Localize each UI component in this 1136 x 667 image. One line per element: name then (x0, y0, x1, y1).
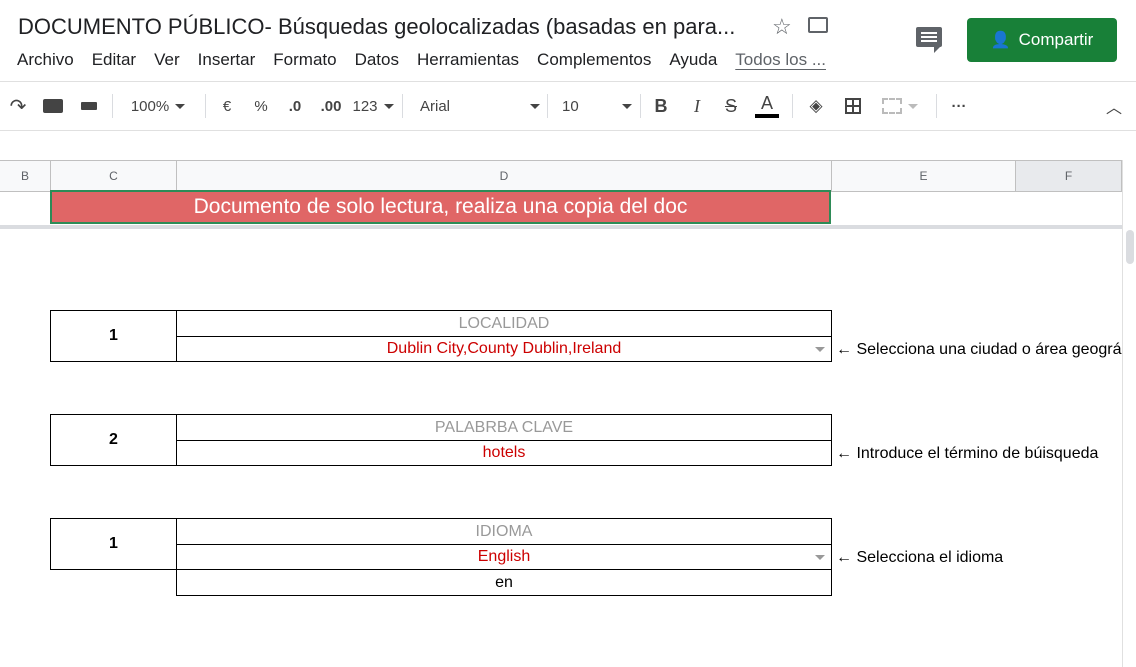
step-number[interactable]: 2 (50, 414, 177, 466)
more-options-icon[interactable]: ··· (946, 82, 972, 130)
paint-format-icon[interactable] (76, 82, 102, 130)
font-size-label: 10 (562, 97, 579, 115)
step-number[interactable]: 1 (50, 310, 177, 362)
dropdown-arrow-icon (815, 555, 825, 560)
share-label: Compartir (1018, 30, 1094, 49)
field-label[interactable]: LOCALIDAD (176, 310, 832, 337)
language-code-cell[interactable]: en (176, 569, 832, 596)
column-header-f[interactable]: F (1016, 161, 1122, 191)
collapse-toolbar-icon[interactable]: ︿ (1102, 82, 1126, 130)
decrease-decimals-button[interactable]: .0 (284, 82, 306, 130)
zoom-value: 100% (130, 97, 170, 115)
instruction-note: ← Selecciona una ciudad o área geográ (836, 341, 1122, 358)
step-number[interactable]: 1 (50, 518, 177, 570)
zoom-select[interactable]: 100% (122, 82, 194, 130)
borders-icon[interactable] (840, 82, 866, 130)
column-header-c[interactable]: C (51, 161, 177, 191)
column-header-b[interactable]: B (0, 161, 51, 191)
column-header-row: B C D E F (0, 160, 1122, 192)
menu-archivo[interactable]: Archivo (17, 50, 74, 70)
number-format-select[interactable]: 123 (352, 82, 394, 130)
menu-datos[interactable]: Datos (355, 50, 399, 70)
language-value: English (477, 548, 531, 565)
move-folder-icon[interactable] (808, 17, 828, 33)
location-value: Dublin City,County Dublin,Ireland (386, 340, 622, 357)
field-label[interactable]: PALABRBA CLAVE (176, 414, 832, 441)
text-color-glyph: A (760, 93, 773, 113)
share-button[interactable]: 👤 Compartir (967, 18, 1117, 62)
document-title[interactable]: DOCUMENTO PÚBLICO- Búsquedas geolocaliza… (18, 14, 735, 40)
bold-button[interactable]: B (650, 82, 672, 130)
print-icon[interactable] (40, 82, 66, 130)
menu-herramientas[interactable]: Herramientas (417, 50, 519, 70)
dropdown-arrow-icon (815, 347, 825, 352)
percent-button[interactable]: % (250, 82, 272, 130)
column-header-d[interactable]: D (177, 161, 832, 191)
field-label[interactable]: IDIOMA (176, 518, 832, 545)
menu-last-edit[interactable]: Todos los ... (735, 50, 826, 70)
menu-bar: Archivo Editar Ver Insertar Formato Dato… (17, 50, 844, 70)
redo-icon[interactable]: ↷ (4, 82, 32, 130)
font-label: Arial (420, 97, 451, 115)
instruction-note: ← Introduce el término de búisqueda (836, 445, 1099, 462)
language-dropdown[interactable]: English (176, 544, 832, 570)
fill-color-icon[interactable]: ◈ (804, 82, 828, 130)
instruction-note: ← Selecciona el idioma (836, 549, 1004, 566)
location-dropdown[interactable]: Dublin City,County Dublin,Ireland (176, 336, 832, 362)
menu-editar[interactable]: Editar (92, 50, 136, 70)
menu-ver[interactable]: Ver (154, 50, 180, 70)
menu-complementos[interactable]: Complementos (537, 50, 651, 70)
scrollbar-thumb[interactable] (1126, 230, 1134, 264)
text-color-button[interactable]: A (754, 82, 780, 130)
strikethrough-button[interactable]: S (720, 82, 742, 130)
number-format-label: 123 (352, 97, 378, 115)
font-size-select[interactable]: 10 (562, 82, 632, 130)
menu-ayuda[interactable]: Ayuda (669, 50, 717, 70)
person-lock-icon: 👤 (990, 32, 1011, 49)
increase-decimals-button[interactable]: .00 (316, 82, 346, 130)
frozen-row-divider[interactable] (0, 225, 1122, 229)
star-icon[interactable]: ☆ (772, 14, 792, 40)
keyword-input[interactable]: hotels (176, 440, 832, 466)
read-only-banner[interactable]: Documento de solo lectura, realiza una c… (50, 190, 831, 224)
menu-formato[interactable]: Formato (273, 50, 336, 70)
currency-button[interactable]: € (216, 82, 238, 130)
font-select[interactable]: Arial (420, 82, 540, 130)
comment-icon[interactable] (916, 27, 942, 53)
italic-button[interactable]: I (686, 82, 708, 130)
merge-cells-icon[interactable] (876, 82, 924, 130)
menu-insertar[interactable]: Insertar (198, 50, 256, 70)
toolbar: ↷ 100% € % .0 .00 123 Arial 10 B I S A ◈… (0, 81, 1136, 131)
column-header-e[interactable]: E (832, 161, 1016, 191)
